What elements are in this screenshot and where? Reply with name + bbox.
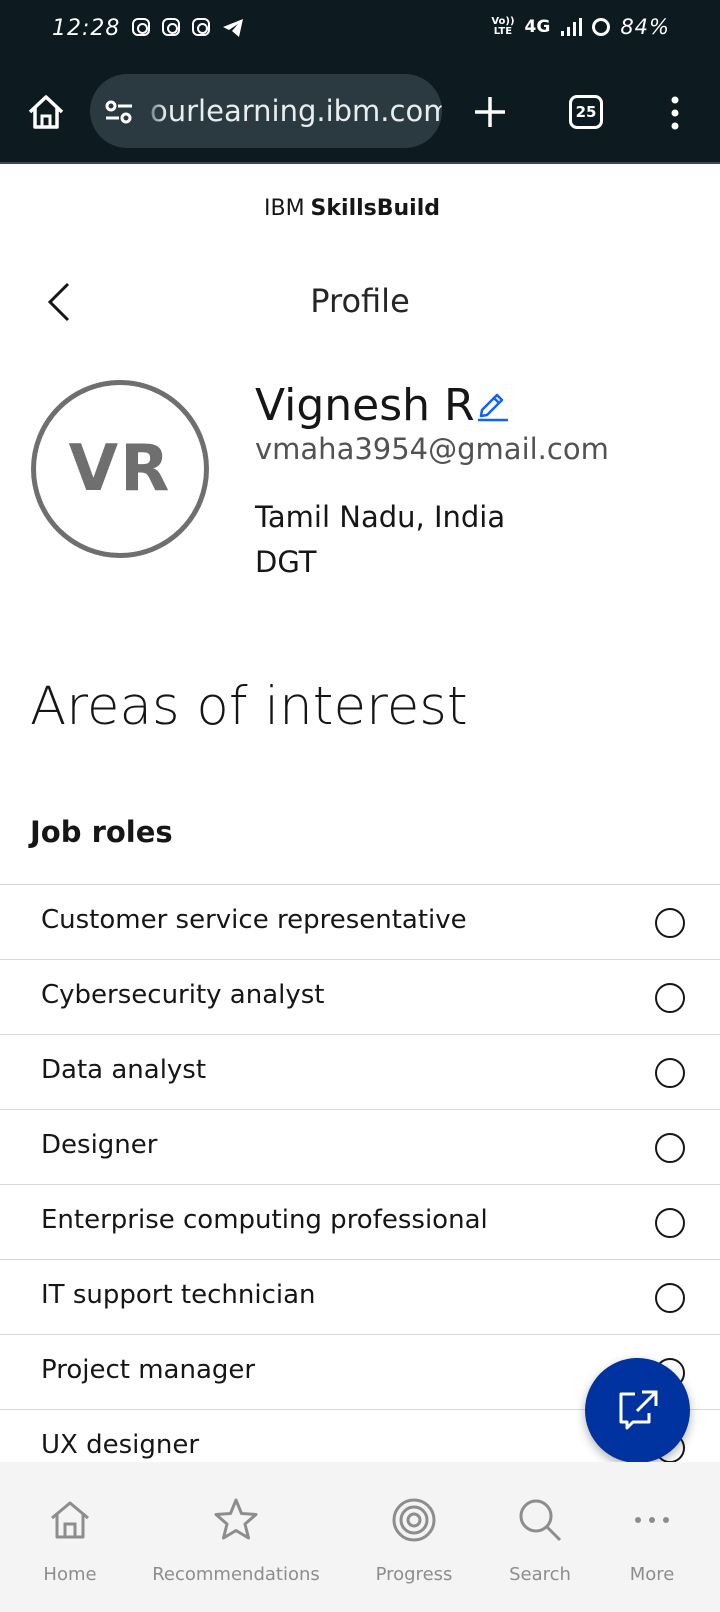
job-role-checkbox[interactable] — [655, 983, 685, 1013]
job-role-item[interactable]: Enterprise computing professional — [0, 1185, 720, 1260]
avatar-initials: VR — [68, 432, 172, 506]
profile-organization: DGT — [255, 545, 317, 579]
job-role-checkbox[interactable] — [655, 1208, 685, 1238]
nav-search-label: Search — [509, 1564, 571, 1585]
star-icon — [214, 1498, 258, 1540]
job-role-label: Customer service representative — [41, 905, 467, 935]
profile-location: Tamil Nadu, India — [255, 500, 506, 534]
job-role-checkbox[interactable] — [655, 1133, 685, 1163]
home-icon[interactable] — [26, 92, 66, 132]
network-type: 4G — [524, 17, 551, 37]
job-role-item[interactable]: Cybersecurity analyst — [0, 960, 720, 1035]
nav-home[interactable]: Home — [30, 1462, 110, 1612]
signal-icon — [561, 18, 583, 36]
browser-toolbar: ourlearning.ibm.com 25 — [0, 62, 720, 164]
telegram-icon — [223, 19, 243, 37]
nav-recommendations[interactable]: Recommendations — [150, 1462, 322, 1612]
notification-icons — [132, 18, 244, 38]
brand-logo[interactable]: IBM SkillsBuild — [0, 196, 704, 221]
job-roles-heading: Job roles — [30, 815, 173, 849]
overflow-menu-icon[interactable] — [666, 95, 684, 131]
profile-name: Vignesh R — [255, 380, 475, 431]
volte-bottom: LTE — [493, 26, 513, 37]
job-role-label: IT support technician — [41, 1280, 316, 1310]
site-settings-icon[interactable] — [104, 99, 134, 125]
job-role-checkbox[interactable] — [655, 908, 685, 938]
job-role-label: Enterprise computing professional — [41, 1205, 488, 1235]
home-icon — [51, 1501, 89, 1539]
profile-email: vmaha3954@gmail.com — [255, 432, 609, 466]
nav-search[interactable]: Search — [500, 1462, 580, 1612]
nav-more-label: More — [629, 1564, 675, 1585]
brand-product: SkillsBuild — [310, 196, 441, 221]
nav-progress[interactable]: Progress — [370, 1462, 458, 1612]
nav-more[interactable]: More — [612, 1462, 692, 1612]
instagram-icon — [162, 18, 180, 36]
nav-home-label: Home — [43, 1564, 97, 1585]
tab-switcher-button[interactable]: 25 — [569, 95, 603, 129]
url-text[interactable]: ourlearning.ibm.com — [150, 94, 442, 128]
job-role-label: Designer — [41, 1130, 158, 1160]
job-role-label: Cybersecurity analyst — [41, 980, 325, 1010]
edit-pencil-icon[interactable] — [474, 386, 510, 422]
address-bar[interactable]: ourlearning.ibm.com — [90, 74, 442, 148]
job-role-item[interactable]: Data analyst — [0, 1035, 720, 1110]
volte-indicator: Vo)) LTE — [491, 17, 514, 37]
status-bar: 12:28 Vo)) LTE 4G 84% — [0, 0, 720, 62]
new-tab-icon[interactable] — [472, 94, 508, 130]
launch-button[interactable] — [585, 1358, 690, 1463]
job-role-label: Data analyst — [41, 1055, 207, 1085]
job-role-label: UX designer — [41, 1430, 200, 1460]
instagram-icon — [192, 18, 210, 36]
search-icon — [519, 1499, 562, 1542]
status-indicators: Vo)) LTE 4G 84% — [491, 15, 670, 39]
job-role-checkbox[interactable] — [655, 1283, 685, 1313]
page-title: Profile — [310, 282, 410, 320]
nav-progress-label: Progress — [375, 1564, 453, 1585]
bottom-nav: Home Recommendations Progress Search Mor… — [0, 1462, 720, 1612]
job-role-item[interactable]: Customer service representative — [0, 885, 720, 960]
battery-icon — [592, 18, 611, 36]
progress-icon — [392, 1498, 436, 1542]
instagram-icon — [132, 18, 150, 36]
job-role-item[interactable]: Designer — [0, 1110, 720, 1185]
job-role-item[interactable]: IT support technician — [0, 1260, 720, 1335]
battery-level: 84% — [620, 15, 670, 39]
areas-of-interest-heading: Areas of interest — [30, 676, 468, 737]
url-fade — [140, 74, 166, 148]
avatar: VR — [31, 380, 209, 558]
nav-recommendations-label: Recommendations — [152, 1564, 320, 1585]
brand-ibm: IBM — [263, 196, 305, 221]
job-role-label: Project manager — [41, 1355, 256, 1385]
job-role-checkbox[interactable] — [655, 1058, 685, 1088]
status-time: 12:28 — [52, 16, 121, 41]
launch-icon — [619, 1390, 658, 1430]
more-icon — [635, 1517, 669, 1523]
